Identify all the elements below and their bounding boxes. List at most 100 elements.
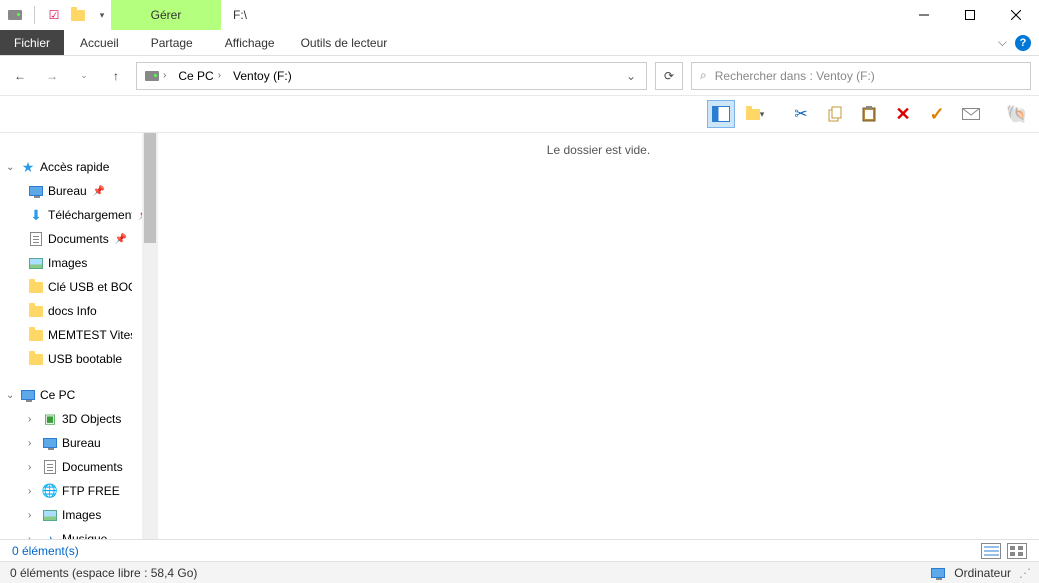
qat-newfolder-icon[interactable] <box>69 6 87 24</box>
folder-content-area[interactable]: Le dossier est vide. <box>158 133 1039 539</box>
tab-home[interactable]: Accueil <box>64 30 135 55</box>
tab-view[interactable]: Affichage <box>209 30 291 55</box>
caret-icon[interactable]: › <box>28 462 38 473</box>
tree-item-label: FTP FREE <box>62 484 120 498</box>
search-placeholder: Rechercher dans : Ventoy (F:) <box>715 69 875 83</box>
cube-icon: ▣ <box>42 411 58 427</box>
tree-item[interactable]: docs Info <box>0 299 158 323</box>
view-details-button[interactable] <box>981 543 1001 559</box>
tree-item-label: MEMTEST Vitesse <box>48 328 132 342</box>
tab-share[interactable]: Partage <box>135 30 209 55</box>
doc-icon <box>42 459 58 475</box>
tool-shell-icon[interactable]: 🐚 <box>1003 100 1031 128</box>
tree-this-pc[interactable]: ⌄ Ce PC <box>0 383 158 407</box>
tree-item-label: docs Info <box>48 304 97 318</box>
img-icon <box>42 507 58 523</box>
status-free-space: 0 éléments (espace libre : 58,4 Go) <box>10 566 197 580</box>
caret-icon[interactable]: › <box>28 438 38 449</box>
tab-file[interactable]: Fichier <box>0 30 64 55</box>
tree-item[interactable]: Bureau 📌 <box>0 179 158 203</box>
folder-icon <box>28 279 44 295</box>
tree-item-label: Images <box>48 256 87 270</box>
address-root-icon[interactable]: › <box>141 70 170 81</box>
close-button[interactable] <box>993 0 1039 30</box>
nav-forward-button[interactable]: → <box>40 64 64 88</box>
minimize-button[interactable] <box>901 0 947 30</box>
globe-icon: 🌐 <box>42 483 58 499</box>
nav-recent-dropdown[interactable]: ⌄ <box>72 64 96 88</box>
address-bar[interactable]: › Ce PC› Ventoy (F:) ⌄ <box>136 62 647 90</box>
resize-grip-icon[interactable]: ⋰ <box>1019 566 1029 580</box>
star-icon: ★ <box>20 159 36 175</box>
folder-icon <box>28 327 44 343</box>
caret-icon[interactable]: › <box>28 486 38 497</box>
tree-item-label: Documents <box>62 460 123 474</box>
caret-icon[interactable]: ⌄ <box>6 390 16 401</box>
tool-paste-icon[interactable] <box>855 100 883 128</box>
monitor-icon <box>28 183 44 199</box>
address-segment-current[interactable]: Ventoy (F:) <box>229 69 296 83</box>
tree-item[interactable]: Images <box>0 251 158 275</box>
tool-cut-icon[interactable]: ✂ <box>787 100 815 128</box>
tree-item-label: Clé USB et BOOT <box>48 280 132 294</box>
maximize-button[interactable] <box>947 0 993 30</box>
app-icon[interactable] <box>6 6 24 24</box>
refresh-button[interactable]: ⟳ <box>655 62 683 90</box>
caret-icon[interactable]: › <box>28 510 38 521</box>
tree-item-label: Images <box>62 508 101 522</box>
doc-icon <box>28 231 44 247</box>
help-icon[interactable]: ? <box>1015 35 1031 51</box>
caret-icon[interactable]: › <box>28 414 38 425</box>
qat-properties-icon[interactable]: ☑ <box>45 6 63 24</box>
tree-quick-access[interactable]: ⌄ ★ Accès rapide <box>0 155 158 179</box>
tree-scrollbar[interactable] <box>142 133 158 539</box>
tool-copy-icon[interactable] <box>821 100 849 128</box>
ribbon-expand-icon[interactable]: ⌵ <box>998 35 1007 50</box>
folder-icon <box>28 351 44 367</box>
tool-pane-icon[interactable] <box>707 100 735 128</box>
divider <box>34 6 35 24</box>
pin-icon: 📌 <box>115 234 127 245</box>
tree-item[interactable]: ›Bureau <box>0 431 158 455</box>
address-segment-pc[interactable]: Ce PC› <box>174 69 225 83</box>
nav-up-button[interactable]: ↑ <box>104 64 128 88</box>
caret-icon[interactable]: › <box>28 534 38 540</box>
tree-item[interactable]: Documents 📌 <box>0 227 158 251</box>
navigation-tree[interactable]: ⌄ ★ Accès rapide Bureau 📌 ⬇Téléchargements… <box>0 133 158 539</box>
tool-mail-icon[interactable] <box>957 100 985 128</box>
view-thumbnails-button[interactable] <box>1007 543 1027 559</box>
tree-item[interactable]: Clé USB et BOOT <box>0 275 158 299</box>
pc-icon <box>20 387 36 403</box>
tree-item[interactable]: › Images <box>0 503 158 527</box>
empty-folder-message: Le dossier est vide. <box>547 143 650 539</box>
tree-item[interactable]: › ♪ Musique <box>0 527 158 539</box>
tree-item[interactable]: MEMTEST Vitesse <box>0 323 158 347</box>
contextual-tab-manage[interactable]: Gérer <box>111 0 221 30</box>
tree-item-label: Bureau <box>48 184 87 198</box>
tree-item[interactable]: ⬇Téléchargements📌 <box>0 203 158 227</box>
tool-delete-icon[interactable]: ✕ <box>889 100 917 128</box>
nav-back-button[interactable]: ← <box>8 64 32 88</box>
tree-item-label: Documents <box>48 232 109 246</box>
img-icon <box>28 255 44 271</box>
tree-item[interactable]: › 🌐 FTP FREE <box>0 479 158 503</box>
tree-item[interactable]: › Documents <box>0 455 158 479</box>
tool-folder-icon[interactable]: ▾ <box>741 100 769 128</box>
address-dropdown-icon[interactable]: ⌄ <box>620 69 642 83</box>
tool-check-icon[interactable]: ✓ <box>923 100 951 128</box>
tree-item-label: Musique <box>62 532 107 539</box>
tab-drive-tools[interactable]: Outils de lecteur <box>291 30 398 55</box>
window-title: F:\ <box>221 0 901 30</box>
tree-item[interactable]: USB bootable <box>0 347 158 371</box>
tree-item-label: 3D Objects <box>62 412 121 426</box>
scrollbar-thumb[interactable] <box>144 133 156 243</box>
pin-icon: 📌 <box>93 186 105 197</box>
caret-icon[interactable]: ⌄ <box>6 162 16 173</box>
tree-item[interactable]: › ▣ 3D Objects <box>0 407 158 431</box>
status-item-count: 0 élément(s) <box>12 544 79 558</box>
computer-icon <box>930 565 946 581</box>
search-input[interactable]: ⌕ Rechercher dans : Ventoy (F:) <box>691 62 1031 90</box>
folder-icon <box>28 303 44 319</box>
qat-customize-icon[interactable]: ▾ <box>93 6 111 24</box>
music-icon: ♪ <box>42 531 58 539</box>
